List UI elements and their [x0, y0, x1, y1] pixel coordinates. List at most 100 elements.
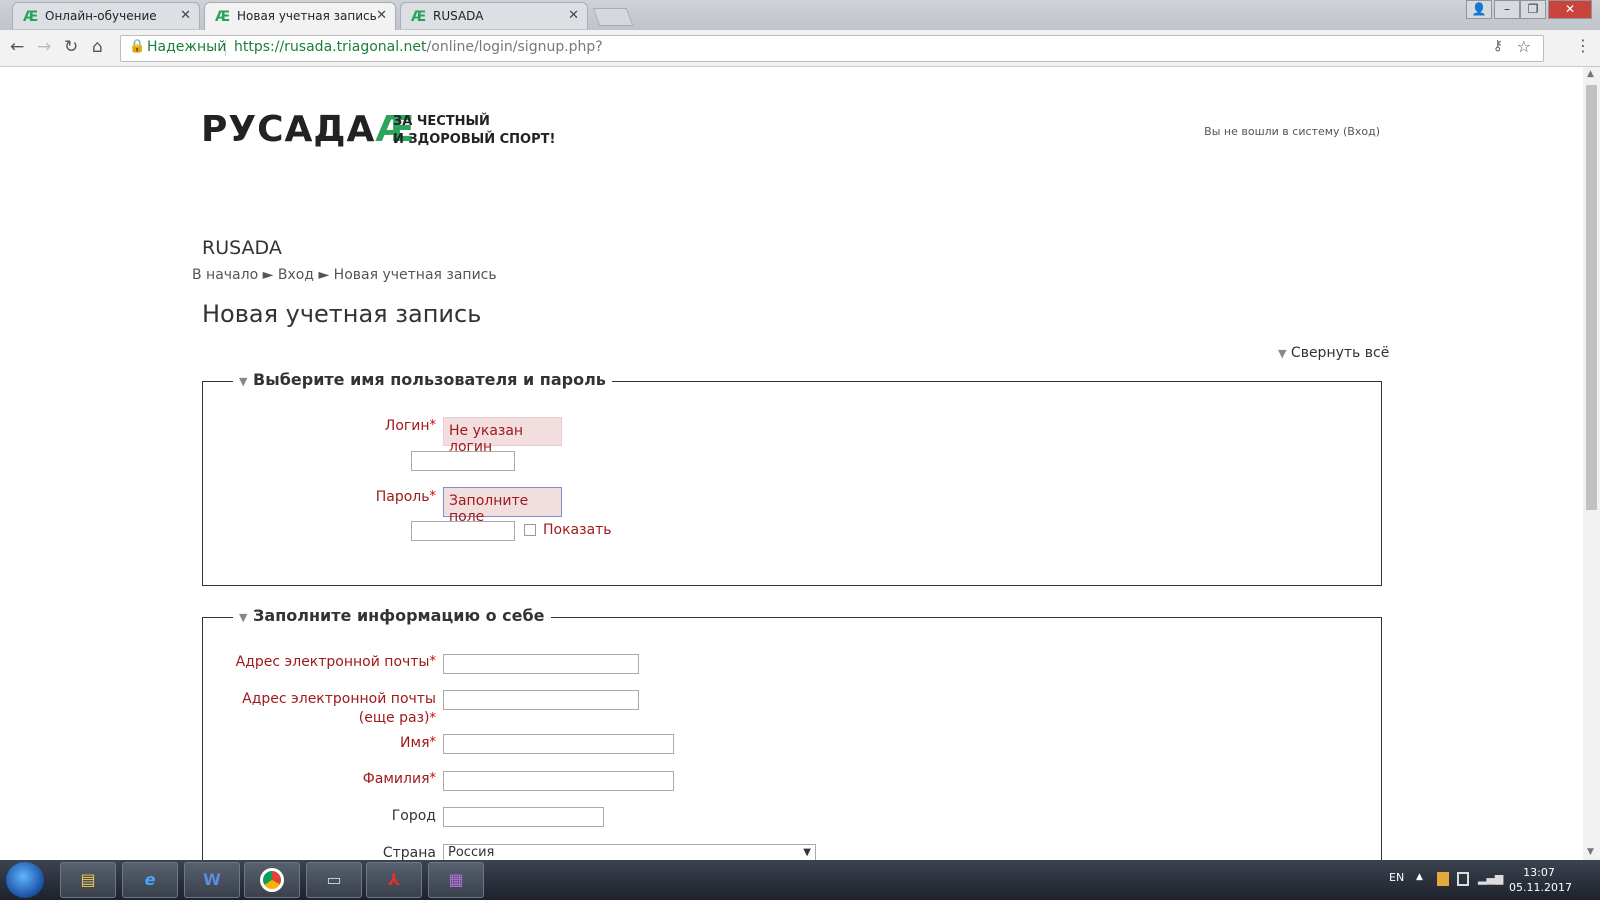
triangle-down-icon: ▼ — [1278, 347, 1287, 360]
required-mark: * — [429, 489, 437, 504]
chrome-icon[interactable] — [244, 862, 300, 898]
address-bar[interactable]: 🔒 Надежный https://rusada.triagonal.net/… — [120, 35, 1544, 62]
profile-icon[interactable]: 👤 — [1466, 0, 1492, 19]
section-header-username-password[interactable]: ▼ Выберите имя пользователя и пароль — [233, 370, 612, 389]
menu-dots-icon[interactable]: ⋮ — [1575, 36, 1591, 55]
password-input[interactable] — [411, 521, 515, 541]
start-button[interactable] — [6, 862, 44, 898]
tray-expand-icon[interactable]: ▲ — [1416, 872, 1423, 882]
required-mark: * — [429, 771, 437, 786]
forward-arrow-icon[interactable]: → — [37, 37, 51, 57]
firstname-input[interactable] — [443, 734, 674, 754]
browser-titlebar: Æ Онлайн-обучение ✕ Æ Новая учетная запи… — [0, 0, 1600, 30]
scrollbar-thumb[interactable] — [1586, 85, 1597, 510]
browser-toolbar: ← → ↻ ⌂ 🔒 Надежный https://rusada.triago… — [0, 30, 1600, 67]
page-content: РУСАДАÆ ЗА ЧЕСТНЫЙ И ЗДОРОВЫЙ СПОРТ! Вы … — [0, 67, 1583, 860]
tab-title: RUSADA — [433, 9, 484, 23]
page-title: Новая учетная запись — [202, 300, 482, 328]
breadcrumb-separator-icon: ► — [262, 267, 274, 283]
breadcrumb-home-link[interactable]: В начало — [192, 267, 258, 283]
rusada-favicon-icon: Æ — [411, 9, 427, 25]
clock-time: 13:07 — [1523, 866, 1555, 879]
dropdown-arrow-icon: ▼ — [803, 847, 811, 858]
new-tab-button[interactable] — [592, 8, 634, 26]
country-select[interactable]: Россия ▼ — [443, 844, 816, 860]
acrobat-icon[interactable]: ⅄ — [366, 862, 422, 898]
required-mark: * — [429, 654, 437, 669]
country-label: Страна — [382, 845, 436, 860]
breadcrumb-separator-icon: ► — [318, 267, 330, 283]
tab-online-learning[interactable]: Æ Онлайн-обучение ✕ — [12, 2, 200, 29]
password-label: Пароль* — [263, 489, 436, 505]
url-text[interactable]: https://rusada.triagonal.net/online/logi… — [234, 39, 603, 55]
username-input[interactable] — [411, 451, 515, 471]
lastname-label: Фамилия* — [223, 771, 436, 787]
lastname-input[interactable] — [443, 771, 674, 791]
tray-app-icon[interactable] — [1437, 872, 1449, 886]
home-icon[interactable]: ⌂ — [92, 37, 103, 57]
reload-icon[interactable]: ↻ — [64, 37, 78, 57]
window-close-button[interactable]: ✕ — [1548, 0, 1592, 19]
tab-title: Новая учетная запись — [237, 9, 377, 23]
clock-date: 05.11.2017 — [1509, 881, 1572, 894]
breadcrumb: В начало ► Вход ► Новая учетная запись — [192, 267, 497, 283]
bookmark-star-icon[interactable]: ☆ — [1517, 37, 1531, 56]
section-personal-info: ▼ Заполните информацию о себе Адрес элек… — [202, 606, 1382, 860]
back-arrow-icon[interactable]: ← — [10, 37, 24, 57]
word-icon[interactable]: W — [184, 862, 240, 898]
winrar-icon[interactable]: ▦ — [428, 862, 484, 898]
minimize-button[interactable]: – — [1494, 0, 1520, 19]
scroll-up-icon[interactable]: ▲ — [1587, 69, 1594, 79]
required-mark: * — [429, 711, 437, 726]
tagline-line1: ЗА ЧЕСТНЫЙ — [393, 114, 490, 129]
firstname-label-text: Имя — [400, 735, 430, 751]
url-path: /online/login/signup.php? — [426, 39, 603, 55]
login-info[interactable]: Вы не вошли в систему (Вход) — [1150, 125, 1380, 138]
breadcrumb-login-link[interactable]: Вход — [278, 267, 314, 283]
section-username-password: ▼ Выберите имя пользователя и пароль Лог… — [202, 370, 1382, 586]
close-icon[interactable]: ✕ — [180, 8, 191, 23]
email-label-text: Адрес электронной почты — [235, 654, 430, 670]
lock-icon: 🔒 — [129, 39, 146, 54]
email-repeat-label: Адрес электронной почты (еще раз)* — [223, 690, 436, 728]
explorer-icon[interactable]: ▤ — [60, 862, 116, 898]
city-label: Город — [391, 808, 436, 824]
section-header-personal-info[interactable]: ▼ Заполните информацию о себе — [233, 606, 551, 625]
firstname-label: Имя* — [223, 735, 436, 751]
internet-explorer-icon[interactable]: e — [122, 862, 178, 898]
close-icon[interactable]: ✕ — [376, 8, 387, 23]
section-legend: Заполните информацию о себе — [253, 606, 545, 625]
show-password-label[interactable]: Показать — [543, 522, 612, 538]
tab-title: Онлайн-обучение — [45, 9, 157, 23]
email-repeat-label-line1: Адрес электронной почты — [242, 691, 436, 707]
email-repeat-input[interactable] — [443, 690, 639, 710]
rusada-favicon-icon: Æ — [215, 9, 231, 25]
tray-power-icon[interactable] — [1457, 872, 1469, 886]
section-legend: Выберите имя пользователя и пароль — [253, 370, 606, 389]
show-password-checkbox[interactable] — [524, 524, 536, 536]
password-error-message: Заполните поле — [443, 487, 562, 525]
page-scrollbar[interactable]: ▲ ▼ — [1583, 67, 1600, 860]
site-name: RUSADA — [202, 237, 282, 259]
secure-label: Надежный — [147, 39, 227, 55]
tab-new-account[interactable]: Æ Новая учетная запись ✕ — [204, 2, 396, 30]
login-label-text: Логин — [384, 418, 430, 434]
remote-desktop-icon[interactable]: ▭ — [306, 862, 362, 898]
tab-rusada[interactable]: Æ RUSADA ✕ — [400, 2, 588, 29]
key-icon[interactable]: ⚷ — [1493, 38, 1503, 54]
scroll-down-icon[interactable]: ▼ — [1587, 847, 1594, 857]
email-label: Адрес электронной почты* — [223, 654, 436, 670]
close-icon[interactable]: ✕ — [568, 8, 579, 23]
address-separator — [225, 40, 226, 56]
rusada-logo[interactable]: РУСАДАÆ — [201, 109, 415, 150]
collapse-all-link[interactable]: ▼ Свернуть всё — [1278, 345, 1389, 361]
url-host: https://rusada.triagonal.net — [234, 39, 427, 55]
network-icon[interactable]: ▂▄▆ — [1478, 872, 1503, 886]
maximize-button[interactable]: ❐ — [1520, 0, 1546, 19]
windows-taskbar: ▤ e W ▭ ⅄ ▦ EN ▲ ▂▄▆ 13:07 05.11.2017 — [0, 860, 1600, 900]
triangle-down-icon: ▼ — [239, 611, 248, 624]
email-input[interactable] — [443, 654, 639, 674]
language-indicator[interactable]: EN — [1389, 871, 1404, 884]
clock[interactable]: 13:07 05.11.2017 — [1509, 865, 1572, 895]
city-input[interactable] — [443, 807, 604, 827]
